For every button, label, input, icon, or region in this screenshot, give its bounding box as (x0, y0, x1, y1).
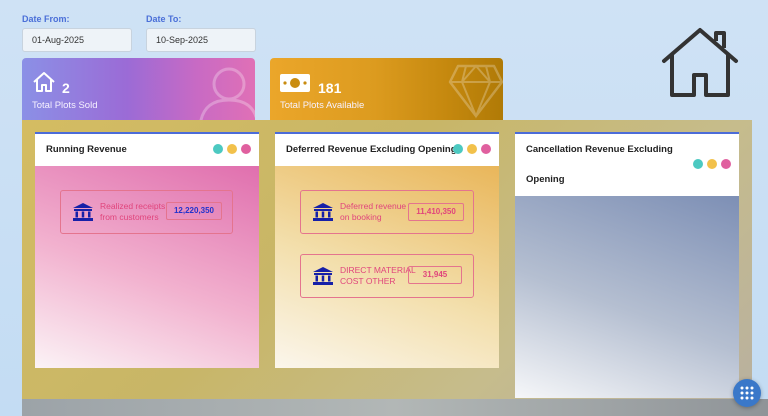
card-title: Cancellation Revenue Excluding (526, 144, 673, 155)
plots-available-label: Total Plots Available (280, 100, 365, 111)
bank-icon (313, 203, 333, 221)
card-title: Deferred Revenue Excluding Opening (286, 144, 457, 155)
plots-available-value: 181 (318, 80, 342, 96)
item-value: 31,945 (408, 266, 462, 284)
card-controls (453, 144, 491, 154)
card-header: Cancellation Revenue Excluding Opening (515, 134, 739, 194)
house-icon (33, 72, 55, 92)
realized-receipts-item[interactable]: Realized receipts from customers 12,220,… (60, 190, 233, 234)
yellow-dot[interactable] (707, 159, 717, 169)
card-body: Realized receipts from customers 12,220,… (35, 166, 259, 368)
teal-dot[interactable] (213, 144, 223, 154)
card-header: Running Revenue (35, 134, 259, 164)
item-value: 12,220,350 (166, 202, 222, 220)
pink-dot[interactable] (481, 144, 491, 154)
card-body: Deferred revenue on booking 11,410,350 D… (275, 166, 499, 368)
plots-available-card[interactable]: 181 Total Plots Available (270, 58, 503, 120)
deferred-on-booking-item[interactable]: Deferred revenue on booking 11,410,350 (300, 190, 474, 234)
plots-sold-value: 2 (62, 80, 70, 96)
card-controls (693, 159, 731, 169)
card-title: Running Revenue (46, 144, 127, 155)
item-value: 11,410,350 (408, 203, 464, 221)
teal-dot[interactable] (693, 159, 703, 169)
bottom-bar (22, 399, 768, 416)
item-label: Deferred revenue on booking (340, 201, 407, 222)
bank-icon (73, 203, 93, 221)
card-controls (213, 144, 251, 154)
user-watermark-icon (199, 67, 255, 120)
diamond-watermark-icon (448, 64, 503, 119)
plots-sold-label: Total Plots Sold (32, 100, 98, 111)
deferred-revenue-card: Deferred Revenue Excluding Opening Defer… (275, 132, 499, 368)
item-label: Realized receipts from customers (100, 201, 166, 222)
plots-sold-card[interactable]: 2 Total Plots Sold (22, 58, 255, 120)
date-from-label: Date From: (22, 14, 70, 24)
running-revenue-card: Running Revenue Realized receipts from c… (35, 132, 259, 368)
grid-icon (740, 386, 754, 400)
cancellation-revenue-card: Cancellation Revenue Excluding Opening (515, 132, 739, 398)
card-title-continued: Opening (526, 174, 565, 185)
pink-dot[interactable] (241, 144, 251, 154)
date-from-input[interactable]: 01-Aug-2025 (22, 28, 132, 52)
bank-icon (313, 267, 333, 285)
yellow-dot[interactable] (227, 144, 237, 154)
teal-dot[interactable] (453, 144, 463, 154)
date-to-label: Date To: (146, 14, 182, 24)
card-body (515, 196, 739, 398)
direct-material-item[interactable]: DIRECT MATERIAL COST OTHER 31,945 (300, 254, 474, 298)
home-icon[interactable] (658, 25, 742, 100)
yellow-dot[interactable] (467, 144, 477, 154)
pink-dot[interactable] (721, 159, 731, 169)
date-to-input[interactable]: 10-Sep-2025 (146, 28, 256, 52)
item-label: DIRECT MATERIAL COST OTHER (340, 265, 416, 286)
card-header: Deferred Revenue Excluding Opening (275, 134, 499, 164)
grid-menu-button[interactable] (733, 379, 761, 407)
money-icon (280, 74, 310, 92)
